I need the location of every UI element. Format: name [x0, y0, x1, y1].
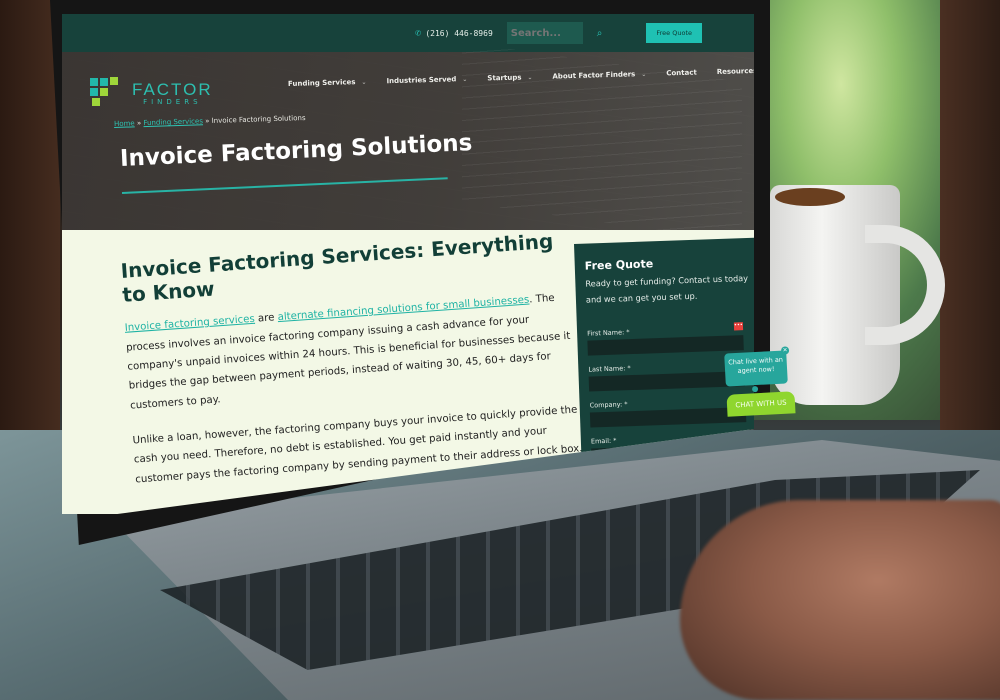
phone-icon: ✆ — [415, 27, 422, 39]
nav-startups[interactable]: Startups ⌄ — [487, 73, 532, 82]
title-underline — [121, 177, 448, 194]
background-frame-left — [0, 0, 60, 440]
background-frame-right — [940, 0, 1000, 440]
nav-funding-services[interactable]: Funding Services ⌄ — [288, 78, 367, 88]
nav-industries-served[interactable]: Industries Served ⌄ — [386, 75, 467, 85]
logo-mark-icon — [90, 77, 124, 108]
company-input[interactable] — [589, 407, 747, 428]
nav-label: Industries Served — [386, 75, 457, 86]
nav-label: Funding Services — [287, 78, 356, 88]
chevron-down-icon: ⌄ — [641, 70, 647, 78]
nav-label: Resources — [716, 66, 754, 77]
hero-section: FACTOR FINDERS Funding Services ⌄ Industr… — [62, 42, 754, 242]
chevron-down-icon: ⌄ — [527, 73, 533, 81]
website: ✆ (216) 446-8969 ⌕ Free Quote FACTOR — [62, 14, 754, 514]
chat-with-us-button[interactable]: CHAT WITH US — [726, 391, 796, 417]
page-title: Invoice Factoring Solutions — [119, 130, 473, 172]
logo-line-1: FACTOR — [132, 79, 213, 99]
nav-contact[interactable]: Contact — [666, 69, 697, 78]
text: are — [254, 312, 279, 325]
chat-prompt-text: Chat live with an agent now! — [728, 355, 784, 375]
coffee — [775, 188, 845, 206]
free-quote-button[interactable]: Free Quote — [646, 23, 702, 43]
last-name-input[interactable] — [588, 371, 746, 392]
phone-link[interactable]: ✆ (216) 446-8969 — [415, 28, 492, 39]
nav-resources[interactable]: Resources⌄ — [717, 67, 754, 76]
chat-prompt-bubble[interactable]: Chat live with an agent now! × — [724, 346, 790, 393]
search-input[interactable] — [506, 22, 583, 44]
laptop-screen: ✆ (216) 446-8969 ⌕ Free Quote FACTOR — [62, 14, 754, 514]
top-bar: ✆ (216) 446-8969 ⌕ Free Quote — [62, 14, 754, 52]
breadcrumb-current: Invoice Factoring Solutions — [211, 113, 306, 125]
first-name-input[interactable] — [587, 335, 744, 356]
link-invoice-factoring-services[interactable]: Invoice factoring services — [124, 314, 255, 334]
breadcrumb-funding-services[interactable]: Funding Services — [143, 117, 203, 127]
first-name-field: First Name: * — [587, 324, 754, 356]
nav-label: Startups — [487, 73, 522, 83]
logo-wordmark: FACTOR FINDERS — [132, 81, 213, 106]
phone-number: (216) 446-8969 — [425, 28, 493, 38]
search-icon[interactable]: ⌕ — [597, 28, 603, 39]
form-title: Free Quote — [584, 257, 654, 273]
autofill-icon[interactable]: ••• — [733, 322, 744, 331]
logo[interactable]: FACTOR FINDERS — [90, 77, 213, 108]
form-description: Ready to get funding? Contact us today a… — [585, 272, 749, 305]
nav-label: Contact — [666, 68, 697, 78]
hand — [680, 500, 1000, 700]
chevron-down-icon: ⌄ — [361, 78, 367, 86]
article-paragraph-1: Invoice factoring services are alternate… — [124, 288, 580, 416]
breadcrumb-separator: » — [205, 117, 210, 126]
logo-line-2: FINDERS — [143, 97, 202, 106]
breadcrumb: Home » Funding Services » Invoice Factor… — [114, 114, 306, 128]
chevron-down-icon: ⌄ — [462, 75, 468, 83]
breadcrumb-home[interactable]: Home — [114, 119, 135, 128]
breadcrumb-separator: » — [136, 119, 142, 128]
